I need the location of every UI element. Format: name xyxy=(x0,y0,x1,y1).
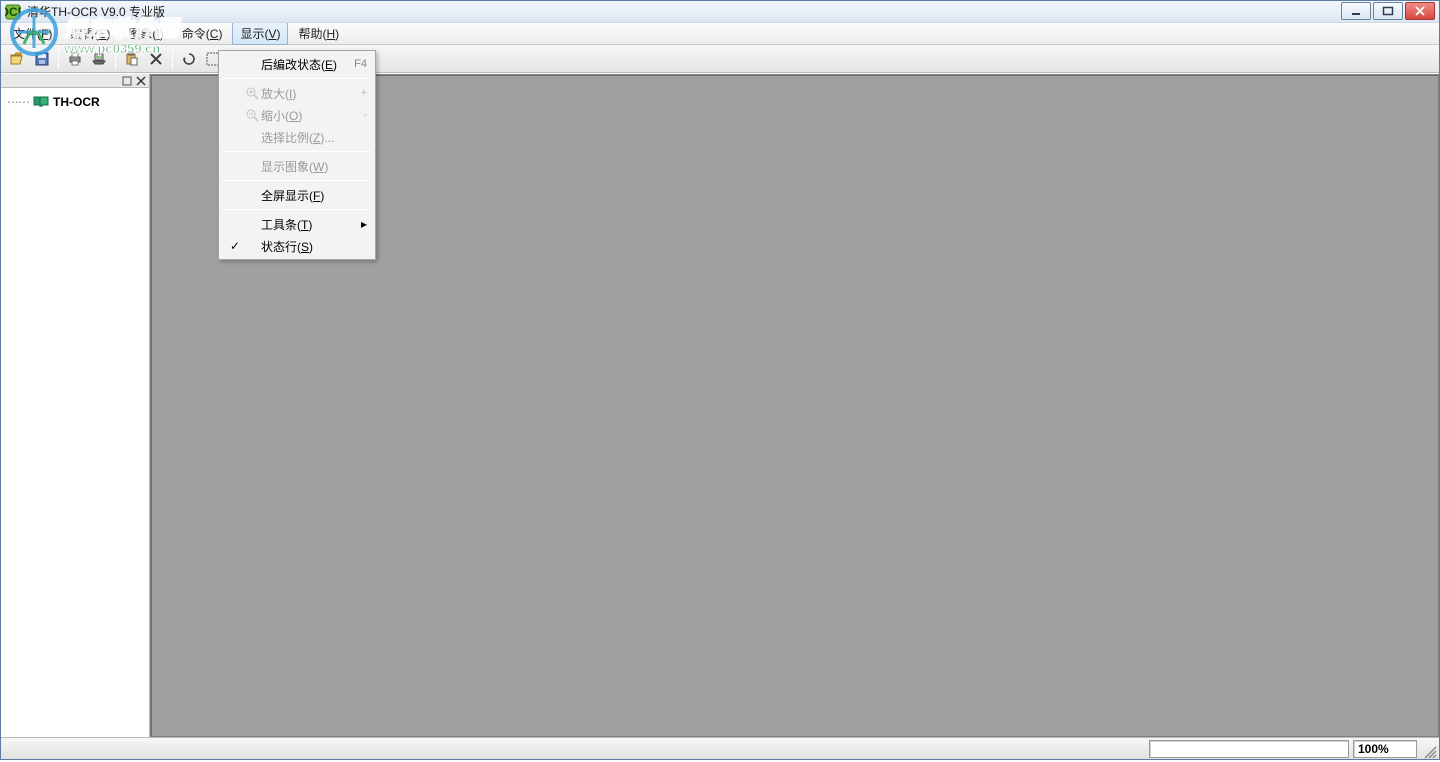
print-icon[interactable] xyxy=(64,48,86,70)
checkmark-icon: ✓ xyxy=(227,239,243,253)
menu-item-shortcut: F4 xyxy=(354,58,367,70)
tree-root-label: TH-OCR xyxy=(53,95,100,109)
app-icon: OCR xyxy=(5,4,21,20)
tree-view[interactable]: ⋯⋯ TH-OCR xyxy=(1,88,149,116)
panel-close-icon[interactable] xyxy=(135,75,147,87)
menu-item-label: 显示图象(W) xyxy=(261,158,367,175)
menu-file[interactable]: 文件(F) xyxy=(5,22,60,45)
menu-item-toolbars[interactable]: 工具条(T) ▸ xyxy=(221,213,373,235)
toolbar-separator xyxy=(58,49,59,69)
menu-item-label: 放大(I) xyxy=(261,85,361,102)
menu-item-label: 缩小(O) xyxy=(261,107,363,124)
menu-edit[interactable]: 编辑(E) xyxy=(62,22,118,45)
menu-image[interactable]: 图象(I) xyxy=(120,22,171,45)
menu-item-statusbar[interactable]: ✓ 状态行(S) xyxy=(221,235,373,257)
submenu-arrow-icon: ▸ xyxy=(361,217,367,231)
menu-separator xyxy=(223,151,371,152)
zoom-out-icon xyxy=(243,108,261,122)
side-panel: ⋯⋯ TH-OCR xyxy=(1,74,150,737)
panel-pin-icon[interactable] xyxy=(121,75,133,87)
title-bar: OCR 清华TH-OCR V9.0 专业版 xyxy=(1,1,1439,23)
delete-icon[interactable] xyxy=(145,48,167,70)
book-icon xyxy=(33,96,49,108)
status-bar: 100% xyxy=(1,737,1439,759)
scanner-icon[interactable] xyxy=(88,48,110,70)
menu-item-zoom-in: 放大(I) + xyxy=(221,82,373,104)
menu-view[interactable]: 显示(V) xyxy=(232,22,288,45)
menu-item-label: 后编改状态(E) xyxy=(261,56,354,73)
save-icon[interactable] xyxy=(31,48,53,70)
menu-item-label: 全屏显示(F) xyxy=(261,187,367,204)
tree-connector: ⋯⋯ xyxy=(7,95,29,109)
menu-separator xyxy=(223,78,371,79)
menu-item-edit-state[interactable]: 后编改状态(E) F4 xyxy=(221,53,373,75)
view-dropdown-menu: 后编改状态(E) F4 放大(I) + 缩小(O) - 选择比例(Z)... 显… xyxy=(218,50,376,260)
zoom-in-icon xyxy=(243,86,261,100)
paste-icon[interactable] xyxy=(121,48,143,70)
close-button[interactable] xyxy=(1405,2,1435,20)
menu-item-label: 工具条(T) xyxy=(261,216,367,233)
toolbar: 字 xyxy=(1,45,1439,73)
menu-command[interactable]: 命令(C) xyxy=(174,22,231,45)
side-panel-header xyxy=(1,74,149,88)
menu-separator xyxy=(223,209,371,210)
maximize-button[interactable] xyxy=(1373,2,1403,20)
menu-item-fullscreen[interactable]: 全屏显示(F) xyxy=(221,184,373,206)
rotate-left-icon[interactable] xyxy=(178,48,200,70)
window-title: 清华TH-OCR V9.0 专业版 xyxy=(27,3,165,20)
menu-item-show-image: 显示图象(W) xyxy=(221,155,373,177)
minimize-button[interactable] xyxy=(1341,2,1371,20)
menu-item-zoom-out: 缩小(O) - xyxy=(221,104,373,126)
resize-grip-icon[interactable] xyxy=(1421,743,1437,759)
menu-help[interactable]: 帮助(H) xyxy=(290,22,347,45)
menu-item-zoom-ratio: 选择比例(Z)... xyxy=(221,126,373,148)
tree-root-node[interactable]: ⋯⋯ TH-OCR xyxy=(5,94,145,110)
toolbar-separator xyxy=(115,49,116,69)
window-controls xyxy=(1341,2,1435,20)
menu-item-shortcut: - xyxy=(363,109,367,121)
main-window: OCR 清华TH-OCR V9.0 专业版 文件(F) 编辑(E) 图象(I) … xyxy=(0,0,1440,760)
menu-item-label: 选择比例(Z)... xyxy=(261,129,367,146)
open-icon[interactable] xyxy=(7,48,29,70)
body-area: ⋯⋯ TH-OCR xyxy=(1,73,1439,737)
menu-item-shortcut: + xyxy=(361,87,367,99)
toolbar-separator xyxy=(172,49,173,69)
status-zoom-cell: 100% xyxy=(1353,740,1417,758)
menu-separator xyxy=(223,180,371,181)
status-info-cell xyxy=(1149,740,1349,758)
menu-item-label: 状态行(S) xyxy=(261,238,367,255)
menu-bar: 文件(F) 编辑(E) 图象(I) 命令(C) 显示(V) 帮助(H) xyxy=(1,23,1439,45)
svg-text:OCR: OCR xyxy=(5,5,21,19)
